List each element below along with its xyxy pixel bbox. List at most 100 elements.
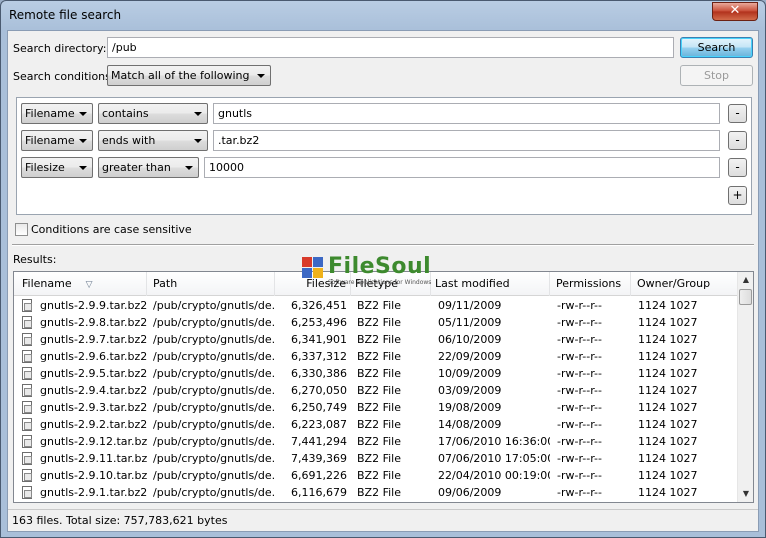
cell-filename: gnutls-2.9.4.tar.bz2 <box>40 384 147 397</box>
table-row[interactable]: gnutls-2.9.12.tar.bz2/pub/crypto/gnutls/… <box>14 433 738 450</box>
column-header-path[interactable]: Path <box>147 272 275 296</box>
results-list[interactable]: Filename ▽ Path Filesize Filetype Last mo… <box>13 271 754 503</box>
cell-filetype: BZ2 File <box>357 367 401 380</box>
scroll-down-icon[interactable]: ▼ <box>738 486 753 502</box>
remove-condition-button[interactable]: - <box>728 158 747 177</box>
window: Remote file search ✕ Search directory: /… <box>0 0 766 538</box>
table-row[interactable]: gnutls-2.9.5.tar.bz2/pub/crypto/gnutls/d… <box>14 365 738 382</box>
column-header-filename[interactable]: Filename ▽ <box>14 272 147 296</box>
table-row[interactable]: gnutls-2.9.7.tar.bz2/pub/crypto/gnutls/d… <box>14 331 738 348</box>
close-button[interactable]: ✕ <box>712 2 758 21</box>
cell-permissions: -rw-r--r-- <box>557 435 602 448</box>
cell-filesize: 6,250,749 <box>291 401 347 414</box>
scroll-up-icon[interactable]: ▲ <box>738 272 753 288</box>
cell-path: /pub/crypto/gnutls/de... <box>153 486 275 499</box>
cell-filesize: 6,330,386 <box>291 367 347 380</box>
condition-field-select[interactable]: Filename <box>21 103 93 124</box>
cell-filetype: BZ2 File <box>357 350 401 363</box>
table-row[interactable]: gnutls-2.9.9.tar.bz2/pub/crypto/gnutls/d… <box>14 297 738 314</box>
cell-owner-group: 1124 1027 <box>638 367 698 380</box>
search-conditions-select[interactable]: Match all of the following <box>107 65 271 86</box>
remove-condition-button[interactable]: - <box>728 104 747 123</box>
condition-operator-select[interactable]: contains <box>98 103 208 124</box>
cell-owner-group: 1124 1027 <box>638 452 698 465</box>
cell-path: /pub/crypto/gnutls/de... <box>153 333 275 346</box>
cell-owner-group: 1124 1027 <box>638 401 698 414</box>
condition-field-value: Filename <box>25 134 75 147</box>
case-sensitive-checkbox[interactable] <box>15 223 28 236</box>
title-bar[interactable]: Remote file search ✕ <box>1 1 765 31</box>
separator <box>12 244 754 246</box>
cell-owner-group: 1124 1027 <box>638 435 698 448</box>
table-row[interactable]: gnutls-2.9.1.tar.bz2/pub/crypto/gnutls/d… <box>14 484 738 501</box>
watermark-text: FileSoul <box>328 254 432 279</box>
chevron-down-icon <box>79 139 87 143</box>
cell-filename: gnutls-2.9.9.tar.bz2 <box>40 299 147 312</box>
cell-last-modified: 10/09/2009 <box>438 367 502 380</box>
cell-last-modified: 07/06/2010 17:05:00 <box>438 452 550 465</box>
file-icon <box>22 401 32 414</box>
search-button[interactable]: Search <box>680 37 753 58</box>
cell-path: /pub/crypto/gnutls/de... <box>153 418 275 431</box>
cell-permissions: -rw-r--r-- <box>557 452 602 465</box>
dialog-client: Search directory: /pub Search Search con… <box>7 30 759 532</box>
condition-field-select[interactable]: Filename <box>21 130 93 151</box>
file-icon <box>22 367 32 380</box>
vertical-scrollbar[interactable]: ▲ ▼ <box>737 272 753 502</box>
condition-value-input[interactable]: gnutls <box>213 103 720 124</box>
table-row[interactable]: gnutls-2.9.3.tar.bz2/pub/crypto/gnutls/d… <box>14 399 738 416</box>
results-rows: gnutls-2.9.9.tar.bz2/pub/crypto/gnutls/d… <box>14 297 738 501</box>
condition-field-value: Filename <box>25 107 75 120</box>
add-condition-button[interactable]: + <box>728 186 747 205</box>
file-icon <box>22 452 32 465</box>
file-icon <box>22 486 32 499</box>
table-row[interactable]: gnutls-2.9.8.tar.bz2/pub/crypto/gnutls/d… <box>14 314 738 331</box>
table-row[interactable]: gnutls-2.9.10.tar.bz2/pub/crypto/gnutls/… <box>14 467 738 484</box>
table-row[interactable]: gnutls-2.9.6.tar.bz2/pub/crypto/gnutls/d… <box>14 348 738 365</box>
cell-filetype: BZ2 File <box>357 452 401 465</box>
remove-condition-button[interactable]: - <box>728 131 747 150</box>
chevron-down-icon <box>79 166 87 170</box>
table-row[interactable]: gnutls-2.9.11.tar.bz2/pub/crypto/gnutls/… <box>14 450 738 467</box>
cell-filename: gnutls-2.9.11.tar.bz2 <box>40 452 147 465</box>
condition-value-input[interactable]: 10000 <box>204 157 720 178</box>
condition-operator-select[interactable]: greater than <box>98 157 199 178</box>
cell-last-modified: 22/04/2010 00:19:00 <box>438 469 550 482</box>
scroll-thumb[interactable] <box>739 289 752 305</box>
cell-permissions: -rw-r--r-- <box>557 316 602 329</box>
watermark: FileSoul Software applications for Windo… <box>302 254 474 295</box>
stop-button[interactable]: Stop <box>680 65 753 86</box>
cell-last-modified: 05/11/2009 <box>438 316 502 329</box>
file-icon <box>22 299 32 312</box>
file-icon <box>22 333 32 346</box>
condition-operator-value: contains <box>102 107 149 120</box>
conditions-panel: Filename contains gnutls - Filename ends… <box>16 97 752 215</box>
cell-last-modified: 22/09/2009 <box>438 350 502 363</box>
cell-filename: gnutls-2.9.8.tar.bz2 <box>40 316 147 329</box>
chevron-down-icon <box>194 139 202 143</box>
cell-permissions: -rw-r--r-- <box>557 333 602 346</box>
search-directory-input[interactable]: /pub <box>107 37 674 58</box>
cell-filetype: BZ2 File <box>357 333 401 346</box>
cell-filename: gnutls-2.9.3.tar.bz2 <box>40 401 147 414</box>
cell-last-modified: 19/08/2009 <box>438 401 502 414</box>
cell-path: /pub/crypto/gnutls/de... <box>153 350 275 363</box>
cell-filetype: BZ2 File <box>357 486 401 499</box>
watermark-tagline: Software applications for Windows <box>328 279 432 286</box>
table-row[interactable]: gnutls-2.9.4.tar.bz2/pub/crypto/gnutls/d… <box>14 382 738 399</box>
search-conditions-value: Match all of the following <box>111 69 250 82</box>
cell-last-modified: 09/11/2009 <box>438 299 502 312</box>
file-icon <box>22 469 32 482</box>
file-icon <box>22 435 32 448</box>
condition-field-select[interactable]: Filesize <box>21 157 93 178</box>
close-icon: ✕ <box>729 3 741 18</box>
cell-filetype: BZ2 File <box>357 384 401 397</box>
cell-filename: gnutls-2.9.6.tar.bz2 <box>40 350 147 363</box>
condition-value-input[interactable]: .tar.bz2 <box>213 130 720 151</box>
column-header-permissions[interactable]: Permissions <box>550 272 631 296</box>
table-row[interactable]: gnutls-2.9.2.tar.bz2/pub/crypto/gnutls/d… <box>14 416 738 433</box>
condition-operator-select[interactable]: ends with <box>98 130 208 151</box>
cell-filetype: BZ2 File <box>357 316 401 329</box>
column-header-owner-group[interactable]: Owner/Group <box>631 272 738 296</box>
cell-owner-group: 1124 1027 <box>638 333 698 346</box>
